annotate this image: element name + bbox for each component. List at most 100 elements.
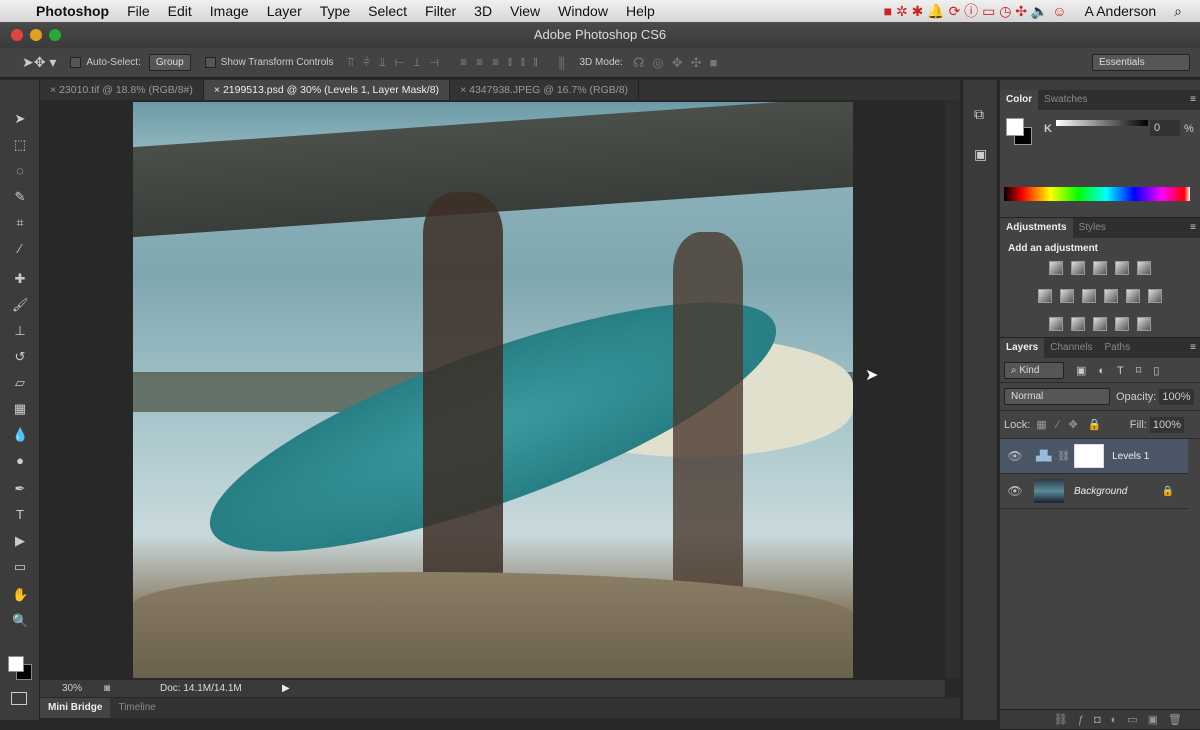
brightness-icon[interactable] (1049, 261, 1063, 275)
menu-app[interactable]: Photoshop (36, 3, 109, 19)
tab-timeline[interactable]: Timeline (110, 698, 163, 718)
spotlight-icon[interactable]: ⌕ (1174, 3, 1182, 20)
align-icons[interactable]: ⫪⫩⫫⊢⊥⊣ ≡≡≡⫾⫾⫾ ⫼ (348, 55, 574, 70)
type-tool-icon[interactable]: T (12, 508, 28, 522)
tab-2199513[interactable]: × 2199513.psd @ 30% (Levels 1, Layer Mas… (203, 80, 451, 100)
quick-select-tool-icon[interactable]: ✎ (12, 190, 28, 204)
levels-icon[interactable] (1071, 261, 1085, 275)
menu-edit[interactable]: Edit (168, 3, 192, 19)
layer-mask-thumbnail[interactable] (1074, 444, 1105, 468)
menu-select[interactable]: Select (368, 3, 407, 19)
menu-view[interactable]: View (510, 3, 540, 19)
marquee-tool-icon[interactable]: ⬚ (12, 138, 28, 152)
properties-panel-icon[interactable]: ▣ (974, 146, 987, 163)
blend-mode-dropdown[interactable]: Normal (1004, 388, 1110, 405)
dodge-tool-icon[interactable]: ● (12, 454, 28, 468)
menu-3d[interactable]: 3D (474, 3, 492, 19)
menu-help[interactable]: Help (626, 3, 655, 19)
k-value-field[interactable]: 0 (1150, 120, 1180, 136)
close-button[interactable] (11, 29, 23, 41)
color-lookup-icon[interactable] (1148, 289, 1162, 303)
document-image[interactable] (133, 102, 853, 678)
layer-background[interactable]: 👁 Background 🔒 (1000, 474, 1188, 509)
crop-tool-icon[interactable]: ⌗ (12, 216, 28, 230)
selective-color-icon[interactable] (1115, 317, 1129, 331)
menu-window[interactable]: Window (558, 3, 608, 19)
menu-filter[interactable]: Filter (425, 3, 456, 19)
lasso-tool-icon[interactable]: ◌ (12, 164, 28, 178)
blur-tool-icon[interactable]: 💧 (12, 428, 28, 442)
foreground-color-swatch[interactable] (1006, 118, 1024, 136)
gradient-tool-icon[interactable]: ▦ (12, 402, 28, 416)
menu-file[interactable]: File (127, 3, 150, 19)
tab-swatches[interactable]: Swatches (1038, 90, 1093, 110)
link-icon[interactable]: ⛓ (1057, 451, 1070, 462)
k-slider[interactable] (1056, 120, 1148, 126)
color-balance-icon[interactable] (1060, 289, 1074, 303)
layer-filter-icons[interactable]: ▣◐T⌑▯ (1076, 364, 1171, 377)
hand-tool-icon[interactable]: ✋ (12, 588, 28, 602)
auto-select-checkbox[interactable]: Auto-Select: (70, 56, 141, 68)
quick-mask-icon[interactable] (11, 692, 27, 705)
black-white-icon[interactable] (1082, 289, 1096, 303)
tab-styles[interactable]: Styles (1073, 218, 1112, 238)
user-name[interactable]: A Anderson (1085, 3, 1157, 19)
path-select-tool-icon[interactable]: ▶ (12, 534, 28, 548)
lock-icons[interactable]: ▦⁄✥🔒 (1036, 418, 1111, 431)
history-brush-icon[interactable]: ↺ (12, 350, 28, 364)
zoom-button[interactable] (49, 29, 61, 41)
posterize-icon[interactable] (1071, 317, 1085, 331)
gradient-map-icon[interactable] (1137, 317, 1151, 331)
menu-image[interactable]: Image (210, 3, 249, 19)
healing-tool-icon[interactable]: ✚ (12, 272, 28, 286)
exposure-icon[interactable] (1115, 261, 1129, 275)
tab-paths[interactable]: Paths (1099, 338, 1137, 358)
foreground-color-swatch[interactable] (8, 656, 24, 672)
tab-23010[interactable]: × 23010.tif @ 18.8% (RGB/8#) (40, 80, 204, 100)
history-panel-icon[interactable]: ⧉ (974, 106, 984, 123)
status-icons[interactable]: ■ ✲ ✱ 🔔 ⟳ ⓘ ▭ ◷ ✣ 🔈 ☺ (884, 1, 1067, 21)
3d-mode-icons[interactable]: ☊◎✥✣■ (633, 55, 726, 71)
opacity-field[interactable]: 100% (1159, 388, 1194, 405)
eraser-tool-icon[interactable]: ▱ (12, 376, 28, 390)
tab-color[interactable]: Color (1000, 90, 1039, 110)
vibrance-icon[interactable] (1137, 261, 1151, 275)
tab-mini-bridge[interactable]: Mini Bridge (40, 698, 111, 718)
panel-menu-icon[interactable]: ≡ (1190, 338, 1196, 358)
tab-adjustments[interactable]: Adjustments (1000, 218, 1073, 238)
shape-tool-icon[interactable]: ▭ (12, 560, 28, 574)
visibility-eye-icon[interactable]: 👁 (1000, 484, 1030, 498)
move-tool-icon[interactable]: ➤ (12, 112, 28, 126)
status-menu-arrow[interactable]: ▶ (282, 680, 290, 697)
layers-footer-icons[interactable]: ⛓ƒ◘◐▭▣🗑 (1000, 709, 1200, 729)
threshold-icon[interactable] (1093, 317, 1107, 331)
show-transform-checkbox[interactable]: Show Transform Controls (204, 56, 334, 68)
move-tool-icon[interactable]: ➤✥ ▾ (22, 54, 56, 71)
hue-saturation-icon[interactable] (1038, 289, 1052, 303)
tab-4347938[interactable]: × 4347938.JPEG @ 16.7% (RGB/8) (450, 80, 640, 100)
status-share-icon[interactable]: ◙ (104, 680, 110, 697)
pen-tool-icon[interactable]: ✒ (12, 482, 28, 496)
menu-type[interactable]: Type (320, 3, 350, 19)
curves-icon[interactable] (1093, 261, 1107, 275)
layer-levels-1[interactable]: 👁 ▟▙ ⛓ Levels 1 (1000, 439, 1188, 474)
minimize-button[interactable] (30, 29, 42, 41)
panel-menu-icon[interactable]: ≡ (1190, 218, 1196, 238)
color-ramp[interactable] (1004, 187, 1190, 201)
brush-tool-icon[interactable]: 🖌 (12, 298, 29, 312)
invert-icon[interactable] (1049, 317, 1063, 331)
zoom-tool-icon[interactable]: 🔍 (12, 614, 28, 628)
tab-layers[interactable]: Layers (1000, 338, 1045, 358)
filter-kind-dropdown[interactable]: ⌕ Kind (1004, 361, 1064, 379)
vertical-scrollbar[interactable] (945, 100, 960, 678)
menu-layer[interactable]: Layer (267, 3, 302, 19)
stamp-tool-icon[interactable]: ⊥ (12, 324, 28, 338)
zoom-level[interactable]: 30% (62, 680, 82, 697)
fill-field[interactable]: 100% (1149, 416, 1184, 433)
tab-channels[interactable]: Channels (1044, 338, 1098, 358)
workspace-dropdown[interactable]: Essentials (1092, 54, 1190, 71)
visibility-eye-icon[interactable]: 👁 (1000, 449, 1030, 463)
eyedropper-tool-icon[interactable]: ⁄ (12, 242, 28, 256)
panel-menu-icon[interactable]: ≡ (1190, 90, 1196, 110)
photo-filter-icon[interactable] (1104, 289, 1118, 303)
